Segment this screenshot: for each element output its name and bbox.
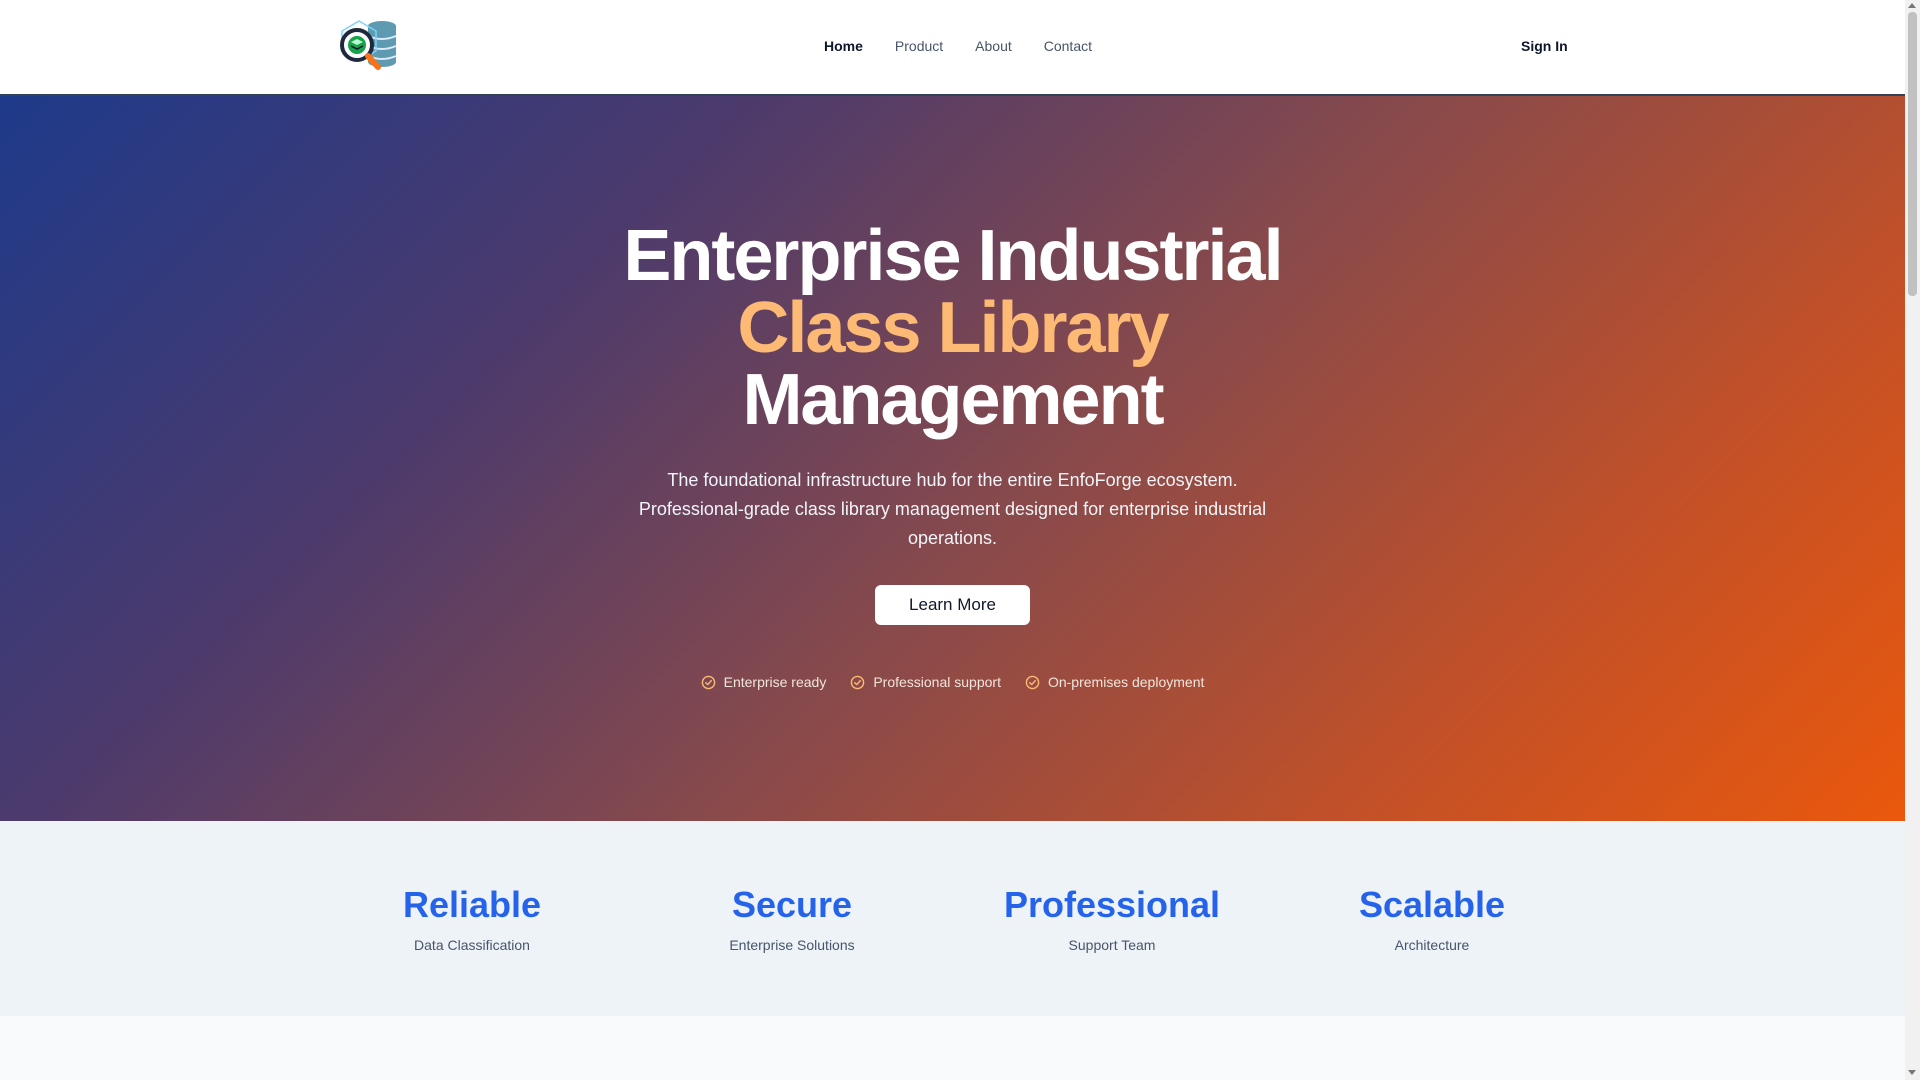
feature-item: On-premises deployment: [1025, 674, 1204, 690]
scroll-down-icon[interactable]: [1908, 1070, 1916, 1075]
stat-label: Support Team: [1068, 937, 1156, 953]
feature-list: Enterprise ready Professional support On…: [0, 674, 1905, 690]
lower-section: [0, 1016, 1905, 1080]
nav-home[interactable]: Home: [824, 38, 863, 54]
stat-value: Professional: [1003, 884, 1221, 925]
scroll-thumb[interactable]: [1908, 12, 1917, 296]
stat-professional: Professional Support Team: [982, 883, 1242, 953]
sign-in-link[interactable]: Sign In: [1521, 38, 1568, 54]
feature-label: On-premises deployment: [1047, 674, 1205, 690]
stat-value: Secure: [731, 884, 853, 925]
feature-label: Enterprise ready: [723, 674, 827, 690]
nav-about[interactable]: About: [975, 38, 1012, 54]
hero-title-line-1: Enterprise Industrial: [623, 216, 1283, 296]
stat-value: Scalable: [1358, 884, 1506, 925]
database-search-icon: [340, 20, 397, 70]
hero-title-accent: Class Library: [737, 288, 1169, 368]
hero-title-line-3: Management: [742, 360, 1164, 440]
page-scrollbar[interactable]: [1905, 0, 1920, 1080]
stats-section: Reliable Data Classification Secure Ente…: [0, 821, 1905, 1016]
scroll-up-icon[interactable]: [1908, 3, 1916, 8]
check-circle-icon: [1025, 675, 1040, 689]
stat-label: Architecture: [1394, 937, 1470, 953]
stat-label: Data Classification: [414, 937, 530, 953]
feature-item: Enterprise ready: [701, 674, 827, 690]
stat-reliable: Reliable Data Classification: [342, 883, 602, 953]
site-header: Home Product About Contact Sign In: [0, 0, 1905, 96]
hero-section: Enterprise Industrial Class Library Mana…: [0, 96, 1905, 821]
nav-contact[interactable]: Contact: [1044, 38, 1092, 54]
main-nav: Home Product About Contact: [824, 38, 1124, 54]
check-circle-icon: [701, 675, 715, 689]
page: Home Product About Contact Sign In Enter…: [0, 0, 1905, 1080]
feature-item: Professional support: [850, 674, 1001, 690]
learn-more-button[interactable]: Learn More: [875, 585, 1030, 625]
stat-scalable: Scalable Architecture: [1302, 883, 1562, 953]
nav-product[interactable]: Product: [895, 38, 943, 54]
stat-value: Reliable: [402, 884, 542, 925]
stat-secure: Secure Enterprise Solutions: [662, 883, 922, 953]
hero-title: Enterprise Industrial Class Library Mana…: [0, 220, 1905, 436]
stat-label: Enterprise Solutions: [729, 937, 855, 953]
feature-label: Professional support: [873, 674, 1001, 690]
logo[interactable]: [337, 18, 403, 76]
check-circle-icon: [851, 675, 865, 689]
hero-subtitle: The foundational infrastructure hub for …: [638, 470, 1267, 548]
